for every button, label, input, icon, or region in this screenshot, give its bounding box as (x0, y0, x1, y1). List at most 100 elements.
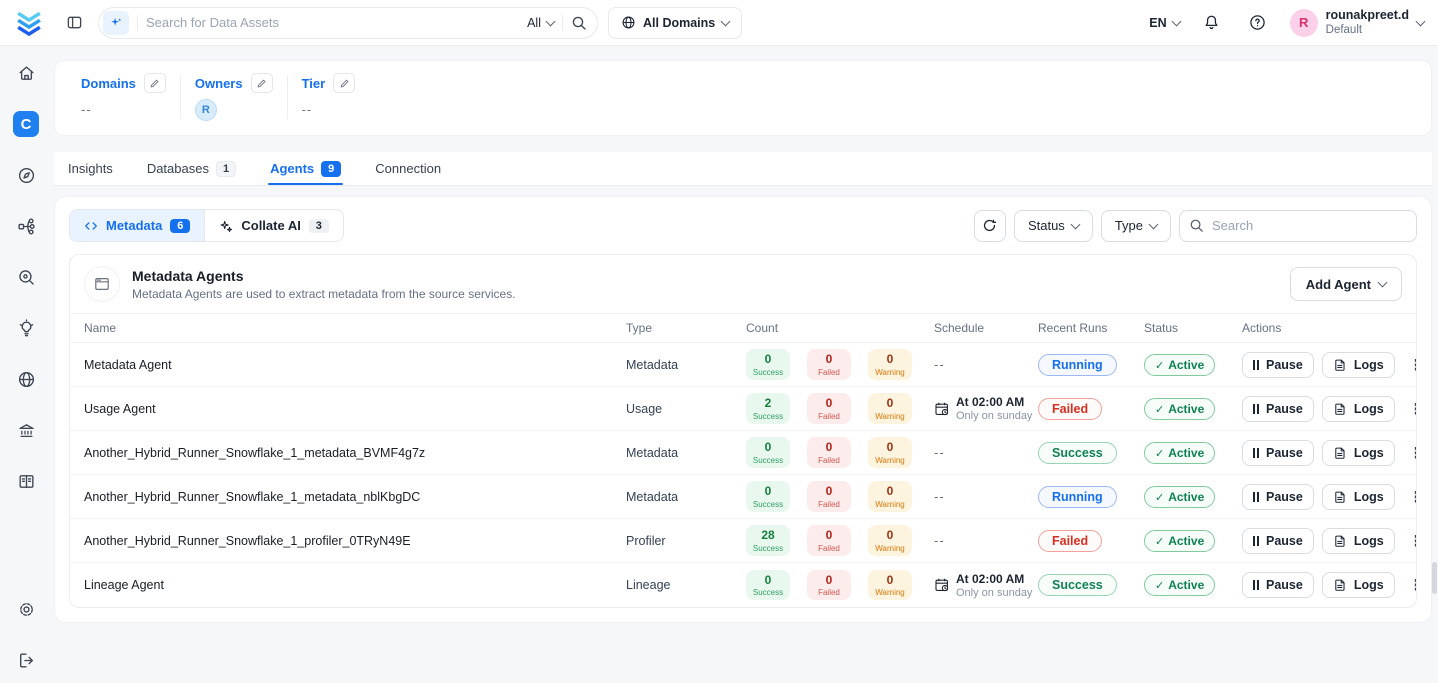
logs-button[interactable]: Logs (1322, 396, 1395, 422)
success-count-badge: 0 Success (746, 481, 790, 512)
domains-value: -- (81, 102, 166, 117)
edit-domains-button[interactable] (144, 73, 166, 93)
success-count: 2 (765, 397, 772, 411)
actions-cell: Pause Logs (1242, 352, 1402, 378)
edit-owners-button[interactable] (251, 73, 273, 93)
sidebar-item-glossary[interactable] (13, 468, 39, 494)
more-actions-icon[interactable] (1403, 354, 1417, 376)
agent-name[interactable]: Usage Agent (84, 402, 626, 416)
status-filter-dropdown[interactable]: Status (1014, 210, 1093, 242)
edit-tier-button[interactable] (333, 73, 355, 93)
schedule-cell: At 02:00 AM Only on sunday (934, 395, 1038, 422)
user-name: rounakpreet.d (1326, 8, 1409, 24)
sidebar-item-lineage[interactable] (13, 213, 39, 239)
tab-databases[interactable]: Databases 1 (145, 152, 238, 185)
schedule-cell: -- (934, 356, 1038, 374)
logs-button[interactable]: Logs (1322, 528, 1395, 554)
column-header-type: Type (626, 321, 746, 335)
sidebar-item-logout[interactable] (13, 647, 39, 673)
pause-button[interactable]: Pause (1242, 440, 1314, 466)
table-header: Name Type Count Schedule Recent Runs Sta… (70, 313, 1416, 343)
type-filter-dropdown[interactable]: Type (1101, 210, 1171, 242)
scrollbar-thumb[interactable] (1432, 562, 1437, 594)
search-input[interactable] (146, 15, 519, 30)
sidebar-item-settings[interactable] (13, 596, 39, 622)
tab-connection[interactable]: Connection (373, 152, 443, 185)
success-count: 0 (765, 353, 772, 367)
logs-button[interactable]: Logs (1322, 352, 1395, 378)
tab-agents[interactable]: Agents 9 (268, 152, 343, 185)
agent-type: Metadata (626, 358, 746, 372)
search-submit-icon[interactable] (571, 15, 587, 31)
recent-run-badge[interactable]: Failed (1038, 530, 1102, 552)
left-sidebar (0, 46, 52, 683)
pause-button[interactable]: Pause (1242, 572, 1314, 598)
schedule-time: At 02:00 AM (956, 572, 1032, 586)
agent-name[interactable]: Another_Hybrid_Runner_Snowflake_1_metada… (84, 446, 626, 460)
sidebar-item-observability[interactable] (13, 264, 39, 290)
more-actions-icon[interactable] (1403, 530, 1417, 552)
sidebar-item-home[interactable] (13, 60, 39, 86)
status-cell: Active (1144, 398, 1242, 420)
column-header-recent-runs: Recent Runs (1038, 321, 1144, 335)
logs-button[interactable]: Logs (1322, 484, 1395, 510)
sidebar-item-insights[interactable] (13, 315, 39, 341)
pause-button[interactable]: Pause (1242, 396, 1314, 422)
segment-metadata[interactable]: Metadata 6 (70, 210, 204, 241)
more-actions-icon[interactable] (1403, 574, 1417, 596)
divider (562, 15, 563, 31)
refresh-button[interactable] (974, 210, 1006, 242)
recent-run-badge[interactable]: Success (1038, 574, 1117, 596)
all-domains-dropdown[interactable]: All Domains (608, 7, 742, 39)
pause-label: Pause (1266, 578, 1303, 592)
agent-name[interactable]: Lineage Agent (84, 578, 626, 592)
recent-run-badge[interactable]: Running (1038, 486, 1117, 508)
agent-name[interactable]: Metadata Agent (84, 358, 626, 372)
help-icon[interactable] (1244, 9, 1272, 37)
success-count: 0 (765, 485, 772, 499)
warning-count: 0 (887, 441, 894, 455)
logs-label: Logs (1354, 578, 1384, 592)
recent-run-badge[interactable]: Success (1038, 442, 1117, 464)
recent-runs-cell: Running (1038, 486, 1144, 508)
logs-label: Logs (1354, 402, 1384, 416)
pause-button[interactable]: Pause (1242, 352, 1314, 378)
sidebar-item-governance[interactable] (13, 417, 39, 443)
success-count-label: Success (753, 500, 783, 509)
sidebar-item-explore[interactable] (13, 162, 39, 188)
agents-search-input[interactable] (1179, 210, 1417, 242)
sidebar-item-collate-app[interactable] (13, 111, 39, 137)
recent-run-badge[interactable]: Running (1038, 354, 1117, 376)
search-scope-dropdown[interactable]: All (527, 16, 554, 30)
more-actions-icon[interactable] (1403, 486, 1417, 508)
search-scope-label: All (527, 16, 541, 30)
add-agent-button[interactable]: Add Agent (1290, 267, 1402, 301)
pause-button[interactable]: Pause (1242, 484, 1314, 510)
warning-count: 0 (887, 397, 894, 411)
owner-avatar[interactable]: R (195, 99, 217, 121)
tab-count-badge: 9 (321, 161, 341, 177)
pause-button[interactable]: Pause (1242, 528, 1314, 554)
status-cell: Active (1144, 354, 1242, 376)
logs-button[interactable]: Logs (1322, 572, 1395, 598)
more-actions-icon[interactable] (1403, 398, 1417, 420)
segment-label: Metadata (106, 218, 162, 233)
more-actions-icon[interactable] (1403, 442, 1417, 464)
segment-collate-ai[interactable]: Collate AI 3 (204, 210, 342, 241)
agent-name[interactable]: Another_Hybrid_Runner_Snowflake_1_metada… (84, 490, 626, 504)
sidebar-item-domains[interactable] (13, 366, 39, 392)
user-profile-menu[interactable]: R rounakpreet.d Default (1290, 8, 1424, 38)
check-icon (1155, 578, 1164, 592)
recent-run-badge[interactable]: Failed (1038, 398, 1102, 420)
tab-insights[interactable]: Insights (66, 152, 115, 185)
logs-button[interactable]: Logs (1322, 440, 1395, 466)
agent-name[interactable]: Another_Hybrid_Runner_Snowflake_1_profil… (84, 534, 626, 548)
ai-sparkle-icon[interactable] (103, 11, 129, 35)
language-dropdown[interactable]: EN (1149, 16, 1179, 30)
recent-runs-cell: Success (1038, 442, 1144, 464)
notifications-bell-icon[interactable] (1198, 9, 1226, 37)
sidebar-toggle-icon[interactable] (60, 9, 88, 37)
pause-label: Pause (1266, 534, 1303, 548)
check-icon (1155, 358, 1164, 372)
failed-count: 0 (826, 574, 833, 588)
